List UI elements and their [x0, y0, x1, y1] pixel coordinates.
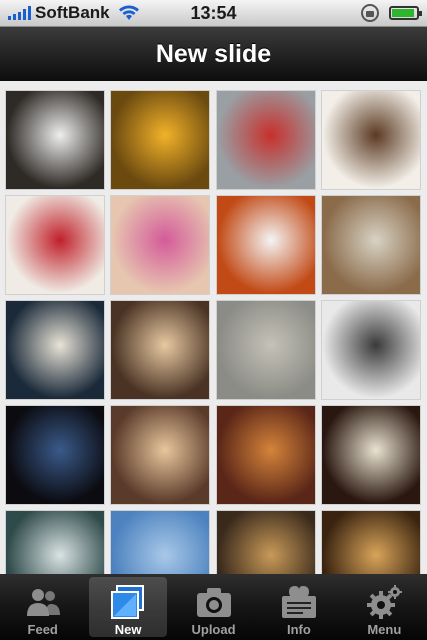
photo-thumbnail-image [322, 511, 420, 574]
photo-thumbnail-image [217, 91, 315, 189]
photo-sleeping-cat[interactable] [216, 195, 316, 295]
photo-blue-sky[interactable] [110, 510, 210, 574]
photo-thumbnail-image [217, 301, 315, 399]
photo-thumbnail-image [322, 406, 420, 504]
photo-live-concert[interactable] [110, 90, 210, 190]
slideshow-icon [108, 584, 148, 620]
photo-thumbnail-image [217, 511, 315, 574]
tab-label: Menu [367, 622, 402, 637]
tab-upload[interactable]: Upload [171, 574, 256, 640]
photo-man-newspaper[interactable] [216, 90, 316, 190]
tab-menu[interactable]: Menu [342, 574, 427, 640]
tab-label: New [114, 622, 142, 637]
photo-thumbnail-image [6, 196, 104, 294]
photo-thumbnail-image [6, 406, 104, 504]
tab-info[interactable]: Info [256, 574, 341, 640]
tab-new[interactable]: New [85, 574, 170, 640]
photo-thumbnail-image [111, 301, 209, 399]
photo-grid [0, 81, 427, 574]
photo-thumbnail-image [6, 511, 104, 574]
photo-thumbnail-image [6, 91, 104, 189]
photo-thumbnail-image [6, 301, 104, 399]
photo-stadium-building[interactable] [216, 300, 316, 400]
tab-bar: Feed New Upload Info Menu [0, 574, 427, 640]
photo-bakery-bag[interactable] [5, 90, 105, 190]
status-bar: SoftBank 13:54 [0, 0, 427, 27]
photo-thumbnail-image [217, 406, 315, 504]
photo-shaved-ice-dessert[interactable] [216, 405, 316, 505]
battery-icon [389, 6, 422, 20]
info-card-icon [279, 584, 319, 620]
page-title: New slide [155, 39, 272, 68]
tab-label: Feed [27, 622, 58, 637]
photo-thumbnail-image [322, 301, 420, 399]
photo-ice-cream-sundaes[interactable] [110, 195, 210, 295]
photo-sake-bottle-dark[interactable] [5, 300, 105, 400]
photo-thumbnail-image [111, 406, 209, 504]
photo-thumbnail-image [111, 196, 209, 294]
photo-sake-bottle-red[interactable] [5, 195, 105, 295]
photo-video-screen[interactable] [5, 405, 105, 505]
photo-thumbnail-image [217, 196, 315, 294]
rotation-lock-icon [361, 4, 379, 22]
tab-label: Upload [191, 622, 236, 637]
people-icon [23, 584, 63, 620]
tab-label: Info [287, 622, 311, 637]
photo-shop-interior[interactable] [321, 195, 421, 295]
photo-escalator-tunnel[interactable] [216, 510, 316, 574]
gear-icon [364, 584, 404, 620]
photo-tokyo-tower[interactable] [321, 300, 421, 400]
tab-feed[interactable]: Feed [0, 574, 85, 640]
photo-drinks-table[interactable] [321, 510, 421, 574]
camera-icon [194, 584, 234, 620]
photo-thumbnail-image [111, 91, 209, 189]
photo-framed-flower[interactable] [5, 510, 105, 574]
photo-thumbnail-image [111, 511, 209, 574]
photo-dinner-party[interactable] [110, 405, 210, 505]
photo-thumbnail-image [322, 196, 420, 294]
photo-duffer-mug[interactable] [321, 405, 421, 505]
battery-level [392, 9, 414, 17]
photo-restaurant-group[interactable] [110, 300, 210, 400]
photo-pastry-illustration[interactable] [321, 90, 421, 190]
photo-thumbnail-image [322, 91, 420, 189]
navigation-bar: New slide [0, 27, 427, 81]
